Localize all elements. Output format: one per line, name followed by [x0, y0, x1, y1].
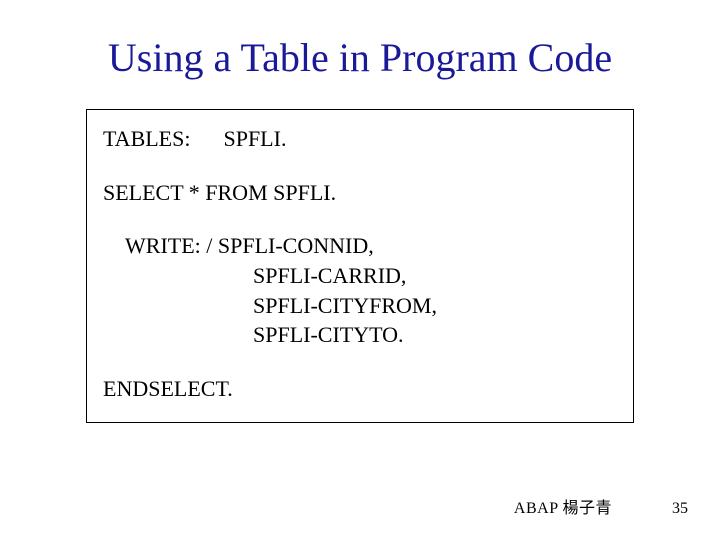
code-line: WRITE: / SPFLI-CONNID, [103, 231, 617, 261]
page-number: 35 [672, 500, 688, 518]
code-line: SELECT * FROM SPFLI. [103, 178, 617, 208]
code-line: SPFLI-CITYTO. [103, 320, 617, 350]
blank-line [103, 154, 617, 178]
code-line: SPFLI-CITYFROM, [103, 291, 617, 321]
code-text: SPFLI. [223, 126, 286, 151]
footer: ABAP 楊子青 35 [514, 494, 688, 518]
blank-line [103, 207, 617, 231]
code-text: TABLES: [103, 126, 190, 151]
code-line: TABLES: SPFLI. [103, 124, 617, 154]
code-box: TABLES: SPFLI. SELECT * FROM SPFLI. WRIT… [86, 109, 634, 423]
footer-course: ABAP 楊子青 [514, 494, 612, 518]
slide-title: Using a Table in Program Code [0, 0, 720, 99]
code-line: ENDSELECT. [103, 374, 617, 404]
blank-line [103, 350, 617, 374]
slide: Using a Table in Program Code TABLES: SP… [0, 0, 720, 540]
code-line: SPFLI-CARRID, [103, 261, 617, 291]
